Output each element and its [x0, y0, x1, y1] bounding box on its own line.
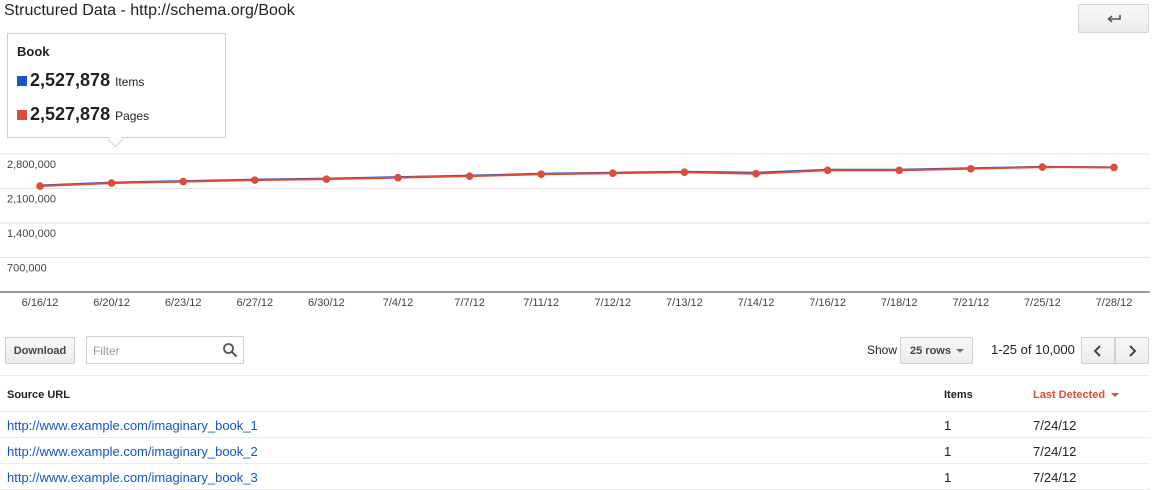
- tooltip-title: Book: [17, 44, 50, 59]
- back-arrow-icon: [1106, 14, 1121, 23]
- data-point[interactable]: [36, 182, 44, 190]
- data-point[interactable]: [680, 168, 689, 177]
- filter-input[interactable]: [91, 341, 215, 361]
- x-tick-label: 7/13/12: [666, 297, 703, 309]
- table-row: http://www.example.com/imaginary_book_3 …: [0, 464, 1150, 490]
- data-point[interactable]: [537, 170, 545, 179]
- y-tick-label: 1,400,000: [7, 228, 56, 240]
- line-chart: 2,800,000 2,100,000 1,400,000 700,000 6/16/…: [0, 153, 1150, 309]
- items-count: 1: [944, 418, 952, 433]
- show-label: Show: [867, 343, 898, 357]
- source-url-link[interactable]: http://www.example.com/imaginary_book_1: [7, 418, 258, 433]
- y-tick-label: 2,800,000: [7, 159, 56, 171]
- search-icon[interactable]: [222, 342, 238, 358]
- x-tick-label: 7/7/12: [454, 297, 485, 309]
- data-point[interactable]: [823, 166, 832, 175]
- x-tick-label: 7/16/12: [809, 297, 846, 309]
- data-point[interactable]: [251, 176, 259, 184]
- download-button[interactable]: Download: [5, 337, 75, 364]
- y-tick-label: 2,100,000: [7, 194, 56, 206]
- x-tick-label: 7/12/12: [594, 297, 631, 309]
- column-header-source-url[interactable]: Source URL: [7, 389, 70, 401]
- x-tick-label: 6/30/12: [308, 297, 345, 309]
- column-header-items[interactable]: Items: [944, 389, 973, 401]
- x-tick-label: 6/16/12: [22, 297, 59, 309]
- last-detected-date: 7/24/12: [1033, 418, 1077, 433]
- table-header: Source URL Items Last Detected: [0, 375, 1150, 412]
- y-tick-label: 700,000: [7, 263, 47, 275]
- items-count: 1: [944, 444, 952, 459]
- x-tick-label: 7/18/12: [881, 297, 918, 309]
- metric-items-value: 2,527,878: [30, 70, 111, 90]
- x-tick-label: 7/25/12: [1024, 297, 1061, 309]
- data-point[interactable]: [1110, 163, 1118, 172]
- chevron-right-icon: [1129, 344, 1137, 357]
- source-url-link[interactable]: http://www.example.com/imaginary_book_2: [7, 444, 258, 459]
- last-detected-label: Last Detected: [1033, 389, 1106, 401]
- items-count: 1: [944, 470, 952, 485]
- data-point[interactable]: [752, 169, 760, 178]
- data-point[interactable]: [322, 175, 331, 183]
- data-point[interactable]: [394, 173, 402, 182]
- chevron-left-icon: [1093, 344, 1101, 357]
- x-tick-label: 7/4/12: [383, 297, 414, 309]
- metric-pages-label: Pages: [115, 109, 150, 123]
- x-tick-label: 6/20/12: [93, 297, 130, 309]
- data-point[interactable]: [967, 164, 975, 173]
- items-swatch: [17, 76, 27, 86]
- rows-per-page-value: 25 rows: [910, 344, 951, 357]
- series-line-pages: [39, 166, 1115, 188]
- last-detected-date: 7/24/12: [1033, 470, 1077, 485]
- rows-per-page-select[interactable]: 25 rows: [900, 337, 973, 364]
- x-tick-label: 7/14/12: [738, 297, 775, 309]
- data-point[interactable]: [895, 166, 903, 175]
- page-title: Structured Data - http://schema.org/Book: [4, 2, 295, 19]
- pages-swatch: [17, 110, 27, 120]
- metric-items: 2,527,878 Items: [17, 70, 144, 91]
- x-tick-label: 7/21/12: [952, 297, 989, 309]
- data-point[interactable]: [179, 177, 187, 186]
- sort-descending-icon: [1111, 393, 1120, 398]
- data-point[interactable]: [609, 169, 617, 178]
- data-point[interactable]: [1038, 163, 1047, 171]
- filter-box: [86, 336, 244, 364]
- data-point[interactable]: [465, 172, 474, 180]
- source-url-link[interactable]: http://www.example.com/imaginary_book_3: [7, 470, 258, 485]
- last-detected-date: 7/24/12: [1033, 444, 1077, 459]
- back-button[interactable]: [1078, 4, 1149, 33]
- previous-page-button[interactable]: [1081, 337, 1115, 364]
- next-page-button[interactable]: [1115, 337, 1149, 364]
- x-tick-label: 6/27/12: [236, 297, 273, 309]
- chevron-down-icon: [956, 349, 964, 353]
- data-point[interactable]: [107, 179, 116, 187]
- chart-tooltip: Book 2,527,878 Items 2,527,878 Pages: [7, 33, 226, 138]
- table-row: http://www.example.com/imaginary_book_2 …: [0, 438, 1150, 464]
- pager-range: 1-25 of 10,000: [991, 342, 1075, 357]
- column-header-last-detected[interactable]: Last Detected: [1033, 389, 1120, 401]
- metric-pages-value: 2,527,878: [30, 104, 111, 124]
- x-tick-label: 7/28/12: [1096, 297, 1133, 309]
- metric-pages: 2,527,878 Pages: [17, 104, 149, 125]
- table-row: http://www.example.com/imaginary_book_1 …: [0, 412, 1150, 438]
- metric-items-label: Items: [115, 75, 145, 89]
- x-tick-label: 7/11/12: [523, 297, 559, 309]
- x-tick-label: 6/23/12: [165, 297, 202, 309]
